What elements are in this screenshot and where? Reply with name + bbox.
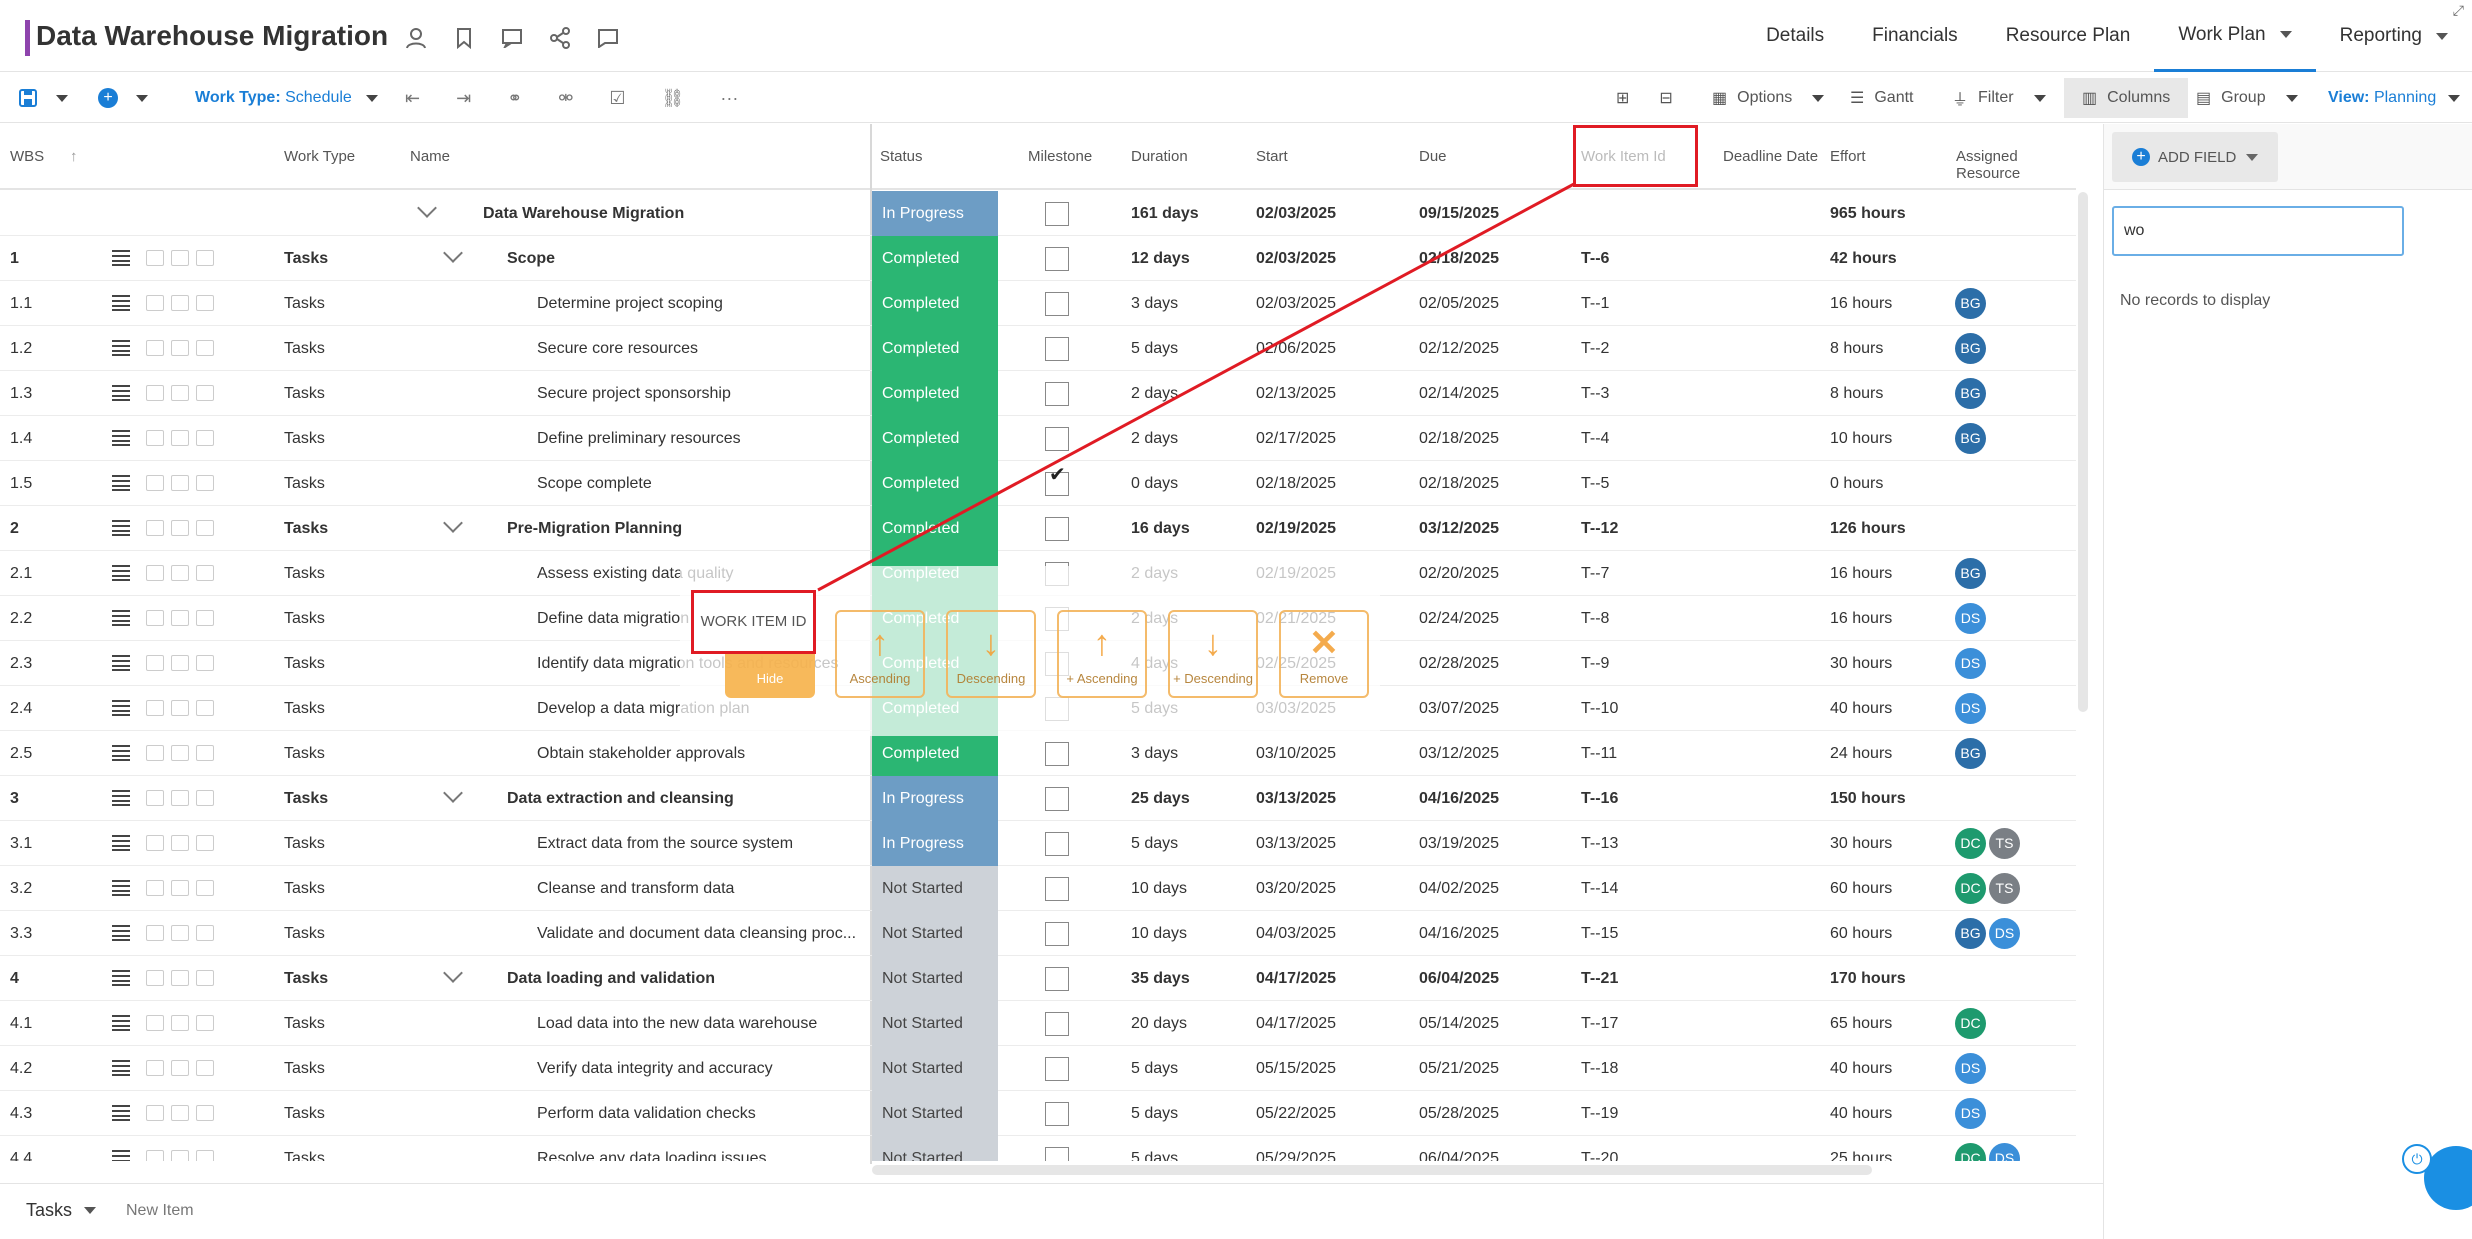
empty-message: No records to display <box>2120 292 2271 309</box>
add-field-button[interactable]: + ADD FIELD <box>2112 132 2279 182</box>
new-item-type-select[interactable]: Tasks <box>26 1200 97 1221</box>
column-picker-panel: + ADD FIELD No records to display <box>2103 124 2472 1239</box>
annotation-line <box>817 182 1575 592</box>
new-item-input[interactable]: New Item <box>126 1202 194 1220</box>
field-search-input[interactable] <box>2112 206 2404 256</box>
add-field-label: ADD FIELD <box>2158 148 2237 166</box>
power-icon[interactable]: ⏻ <box>2402 1144 2432 1174</box>
new-item-type-label: Tasks <box>26 1200 73 1220</box>
grid-footer: Tasks New Item <box>0 1183 2103 1239</box>
column-picker-header: + ADD FIELD <box>2104 124 2472 190</box>
chevron-down-icon <box>2246 153 2259 161</box>
chevron-down-icon <box>84 1207 97 1214</box>
add-icon: + <box>2132 148 2150 166</box>
